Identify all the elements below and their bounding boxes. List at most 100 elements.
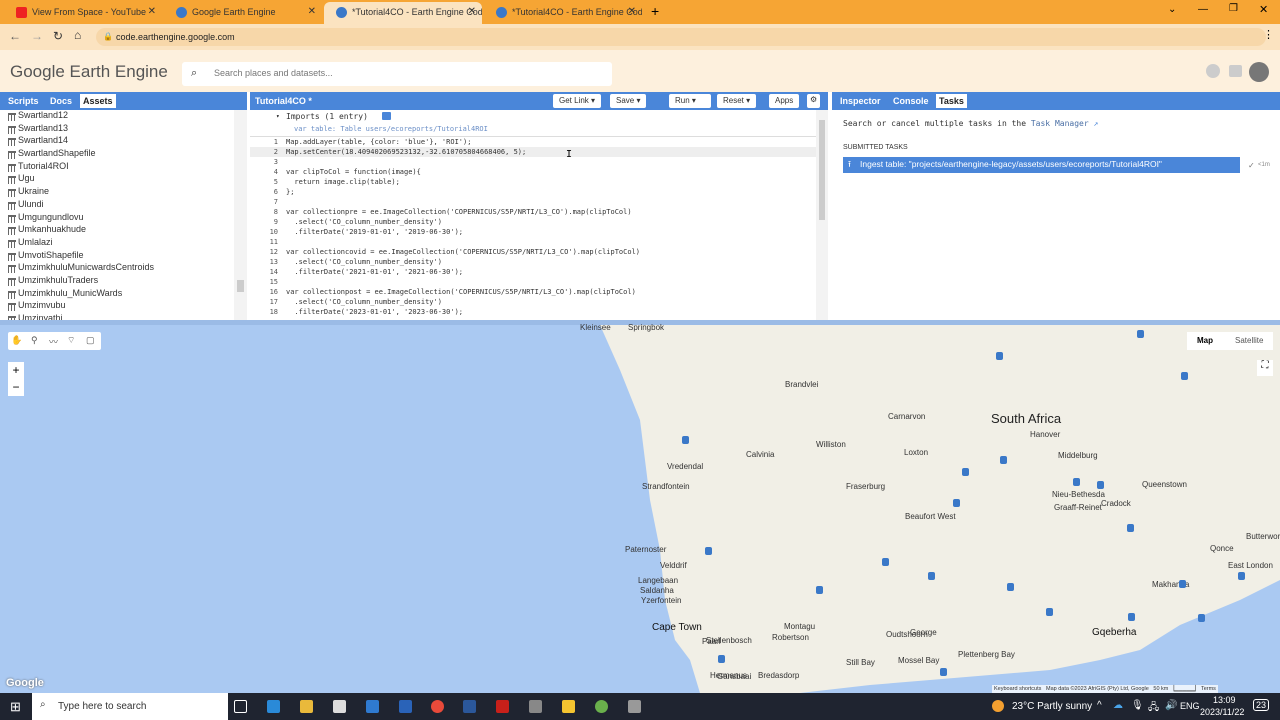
imports-info-icon[interactable] — [382, 112, 391, 120]
map-poi-marker[interactable] — [1128, 613, 1135, 621]
url-field[interactable]: 🔒 code.earthengine.google.com — [96, 28, 1266, 46]
asset-item[interactable]: Tutorial4ROI — [0, 161, 247, 174]
map-view[interactable]: ✋ ⚲ 〰 ⌔ ▢ + − Map Satellite ⛶ South Afric… — [0, 320, 1280, 693]
tab-assets[interactable]: Assets — [80, 94, 116, 108]
settings-gear-icon[interactable]: ⚙ — [807, 94, 821, 108]
notes-icon[interactable] — [562, 700, 575, 713]
tab-console[interactable]: Console — [890, 94, 932, 108]
word-icon[interactable] — [463, 700, 476, 713]
apps-button[interactable]: Apps — [769, 94, 800, 108]
tab-docs[interactable]: Docs — [47, 94, 75, 108]
code-line[interactable]: var clipToCol = function(image){ — [286, 168, 421, 176]
code-line[interactable]: var collectionpost = ee.ImageCollection(… — [286, 288, 636, 296]
map-poi-marker[interactable] — [1137, 330, 1144, 338]
volume-icon[interactable]: 🔊 — [1165, 700, 1177, 711]
windows-start-icon[interactable]: ⊞ — [10, 699, 21, 715]
asset-item[interactable]: Ugu — [0, 173, 247, 186]
task-manager-link[interactable]: Task Manager — [1031, 119, 1089, 128]
tab-search-icon[interactable]: ⌄ — [1168, 4, 1176, 15]
asset-item[interactable]: Umzimkhulu_MunicWards — [0, 288, 247, 301]
marker-icon[interactable]: ⚲ — [31, 335, 38, 346]
map-poi-marker[interactable] — [1007, 583, 1014, 591]
code-line[interactable]: var collectioncovid = ee.ImageCollection… — [286, 248, 640, 256]
onedrive-icon[interactable]: ☁ — [1113, 700, 1123, 711]
asset-item[interactable]: Umlalazi — [0, 237, 247, 250]
reload-icon[interactable]: ↻ — [53, 29, 63, 43]
notifications-button[interactable]: 23 — [1253, 699, 1270, 711]
feedback-icon[interactable] — [1229, 65, 1242, 77]
asset-item[interactable]: Ulundi — [0, 199, 247, 212]
map-poi-marker[interactable] — [882, 558, 889, 566]
asset-item[interactable]: Swartland13 — [0, 123, 247, 136]
browser-tab-tutorial-active[interactable]: *Tutorial4CO - Earth Engine Cod ✕ — [324, 2, 482, 24]
map-poi-marker[interactable] — [1000, 456, 1007, 464]
account-avatar[interactable] — [1249, 62, 1269, 82]
run-button[interactable]: Run ▾ — [669, 94, 711, 108]
asset-item[interactable]: UmzimkhuluMunicwardsCentroids — [0, 262, 247, 275]
pan-hand-icon[interactable]: ✋ — [11, 335, 22, 346]
code-line[interactable]: .filterDate('2019-01-01', '2019-06-30'); — [286, 228, 463, 236]
taskbar-search-input[interactable]: ⌕ Type here to search — [32, 693, 228, 720]
app-icon[interactable] — [628, 700, 641, 713]
editor-scrollbar[interactable] — [816, 110, 828, 320]
asset-item[interactable]: Umkanhuakhude — [0, 224, 247, 237]
search-input[interactable]: Search places and datasets... — [182, 62, 612, 86]
browser-tab-youtube[interactable]: View From Space - YouTube ✕ — [4, 2, 162, 24]
terms-link[interactable]: Terms — [1201, 686, 1216, 692]
import-line[interactable]: var table: Table users/ecoreports/Tutori… — [294, 125, 488, 133]
close-tab-icon[interactable]: ✕ — [628, 6, 636, 17]
code-line[interactable]: var collectionpre = ee.ImageCollection('… — [286, 208, 632, 216]
map-poi-marker[interactable] — [1073, 478, 1080, 486]
clock-date[interactable]: 2023/11/22 — [1200, 707, 1244, 717]
asset-item[interactable]: Umzinyathi — [0, 313, 247, 320]
asset-item[interactable]: Umgungundlovu — [0, 212, 247, 225]
asset-item[interactable]: UmvotiShapefile — [0, 250, 247, 263]
line-icon[interactable]: 〰 — [49, 335, 58, 348]
back-icon[interactable]: ← — [9, 29, 21, 43]
map-poi-marker[interactable] — [953, 499, 960, 507]
ee-logo[interactable]: Google Earth Engine — [10, 62, 168, 82]
get-link-button[interactable]: Get Link ▾ — [553, 94, 602, 108]
code-line[interactable]: }; — [286, 188, 294, 196]
map-poi-marker[interactable] — [816, 586, 823, 594]
file-explorer-icon[interactable] — [300, 700, 313, 713]
forward-icon[interactable]: → — [31, 29, 43, 43]
map-poi-marker[interactable] — [1097, 481, 1104, 489]
clock-time[interactable]: 13:09 — [1213, 695, 1236, 705]
code-line[interactable]: .filterDate('2023-01-01', '2023-06-30'); — [286, 308, 463, 316]
code-line[interactable]: Map.setCenter(18.409402069523132,-32.610… — [286, 148, 526, 156]
minimize-button[interactable]: — — [1198, 4, 1208, 15]
restore-button[interactable]: ❐ — [1229, 3, 1238, 14]
code-line[interactable]: return image.clip(table); — [286, 178, 399, 186]
external-link-icon[interactable]: ↗ — [1093, 119, 1098, 128]
asset-item[interactable]: Swartland12 — [0, 110, 247, 123]
close-tab-icon[interactable]: ✕ — [308, 6, 316, 17]
help-icon[interactable] — [1206, 64, 1220, 78]
map-poi-marker[interactable] — [1179, 580, 1186, 588]
tab-inspector[interactable]: Inspector — [837, 94, 884, 108]
acrobat-icon[interactable] — [496, 700, 509, 713]
reset-button[interactable]: Reset ▾ — [717, 94, 757, 108]
map-type-satellite[interactable]: Satellite — [1235, 336, 1263, 345]
code-line[interactable]: .select('CO_column_number_density') — [286, 298, 442, 306]
collapse-imports-icon[interactable]: ▾ — [276, 113, 280, 120]
asset-item[interactable]: SwartlandShapefile — [0, 148, 247, 161]
rectangle-icon[interactable]: ▢ — [86, 335, 95, 346]
home-icon[interactable]: ⌂ — [74, 28, 81, 42]
asset-scrollbar[interactable] — [234, 110, 247, 320]
asset-item[interactable]: Ukraine — [0, 186, 247, 199]
store-icon[interactable] — [333, 700, 346, 713]
qgis-icon[interactable] — [595, 700, 608, 713]
polygon-icon[interactable]: ⌔ — [67, 335, 75, 346]
code-line[interactable]: .filterDate('2021-01-01', '2021-06-30'); — [286, 268, 463, 276]
task-view-icon[interactable] — [234, 700, 247, 713]
browser-tab-gee[interactable]: Google Earth Engine ✕ — [164, 2, 322, 24]
code-line[interactable]: .select('CO_column_number_density') — [286, 258, 442, 266]
map-poi-marker[interactable] — [1046, 608, 1053, 616]
map-poi-marker[interactable] — [1238, 572, 1245, 580]
map-poi-marker[interactable] — [705, 547, 712, 555]
edge-icon[interactable] — [267, 700, 280, 713]
close-window-button[interactable]: ✕ — [1259, 3, 1268, 16]
map-poi-marker[interactable] — [718, 655, 725, 663]
code-line[interactable]: .select('CO_column_number_density') — [286, 218, 442, 226]
